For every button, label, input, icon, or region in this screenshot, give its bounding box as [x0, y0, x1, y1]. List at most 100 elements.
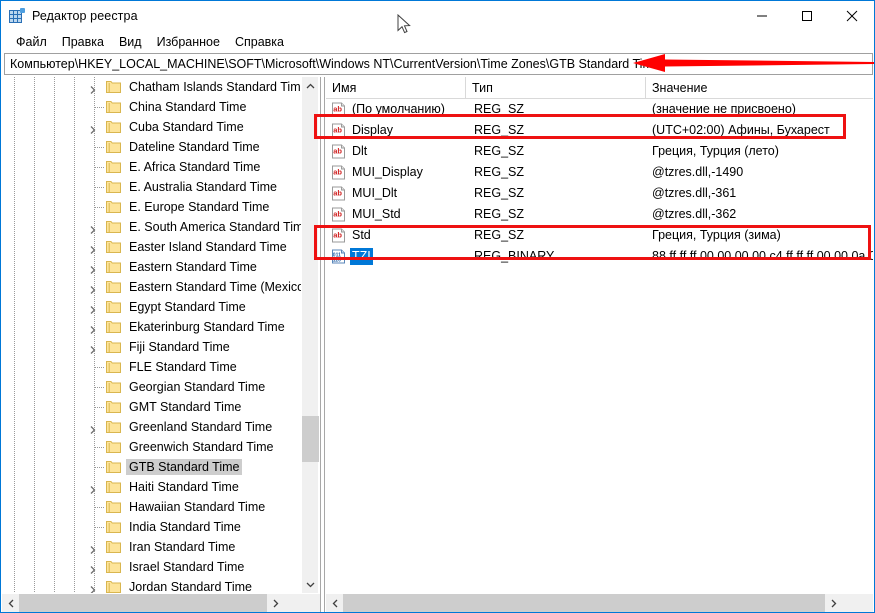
chevron-right-icon[interactable]: [88, 482, 98, 494]
scroll-right-arrow[interactable]: [825, 594, 842, 612]
menu-item-edit[interactable]: Правка: [55, 33, 112, 51]
column-header-name[interactable]: Имя: [326, 77, 466, 99]
tree-item-eastern-standard-time-mexico[interactable]: Eastern Standard Time (Mexico): [2, 277, 301, 297]
tree-item-haiti-standard-time[interactable]: Haiti Standard Time: [2, 477, 301, 497]
folder-icon: [106, 160, 121, 173]
tree-item-iran-standard-time[interactable]: Iran Standard Time: [2, 537, 301, 557]
column-header-type[interactable]: Тип: [466, 77, 646, 99]
tree-scroll-thumb[interactable]: [302, 416, 319, 462]
tree-item-ekaterinburg-standard-time[interactable]: Ekaterinburg Standard Time: [2, 317, 301, 337]
string-value-icon: ab: [331, 207, 346, 222]
menu-item-help[interactable]: Справка: [228, 33, 292, 51]
tree-item-label: Eastern Standard Time (Mexico): [129, 280, 301, 294]
tree-item-eastern-standard-time[interactable]: Eastern Standard Time: [2, 257, 301, 277]
folder-icon: [106, 140, 121, 153]
chevron-right-icon[interactable]: [88, 122, 98, 134]
tree-hscroll-thumb[interactable]: [19, 594, 267, 612]
address-bar[interactable]: Компьютер\HKEY_LOCAL_MACHINE\SOFT\Micros…: [4, 53, 873, 75]
folder-icon: [106, 280, 121, 293]
scroll-left-arrow[interactable]: [2, 594, 19, 612]
scroll-left-arrow[interactable]: [326, 594, 343, 612]
tree-item-label: Iran Standard Time: [129, 540, 236, 554]
tree-item-georgian-standard-time[interactable]: Georgian Standard Time: [2, 377, 301, 397]
values-hscroll-thumb[interactable]: [343, 594, 825, 612]
chevron-right-icon[interactable]: [88, 262, 98, 274]
tree-item-label: Israel Standard Time: [129, 560, 245, 574]
tree-connector-line: [95, 367, 104, 368]
tree-item-egypt-standard-time[interactable]: Egypt Standard Time: [2, 297, 301, 317]
tree-item-hawaiian-standard-time[interactable]: Hawaiian Standard Time: [2, 497, 301, 517]
tree-item-label: Haiti Standard Time: [129, 480, 239, 494]
tree-item-easter-island-standard-time[interactable]: Easter Island Standard Time: [2, 237, 301, 257]
tree-item-label: Georgian Standard Time: [129, 380, 266, 394]
minimize-button[interactable]: [739, 1, 784, 31]
tree-item-jordan-standard-time[interactable]: Jordan Standard Time: [2, 577, 301, 593]
tree-item-cuba-standard-time[interactable]: Cuba Standard Time: [2, 117, 301, 137]
registry-value-row[interactable]: ab MUI_Std REG_SZ @tzres.dll,-362: [326, 204, 873, 225]
chevron-right-icon[interactable]: [88, 342, 98, 354]
values-column-header: Имя Тип Значение: [326, 77, 873, 99]
menu-bar: Файл Правка Вид Избранное Справка: [1, 31, 874, 52]
values-horizontal-scrollbar[interactable]: [326, 594, 873, 612]
registry-value-row[interactable]: ab Dlt REG_SZ Греция, Турция (лето): [326, 141, 873, 162]
tree-item-greenwich-standard-time[interactable]: Greenwich Standard Time: [2, 437, 301, 457]
value-name: MUI_Display: [352, 165, 423, 179]
chevron-right-icon[interactable]: [88, 562, 98, 574]
registry-value-row[interactable]: ab MUI_Dlt REG_SZ @tzres.dll,-361: [326, 183, 873, 204]
value-name: Std: [352, 228, 371, 242]
folder-icon: [106, 380, 121, 393]
tree-item-china-standard-time[interactable]: China Standard Time: [2, 97, 301, 117]
tree-connector-line: [95, 507, 104, 508]
menu-item-view[interactable]: Вид: [112, 33, 150, 51]
chevron-right-icon[interactable]: [88, 82, 98, 94]
value-data: @tzres.dll,-1490: [652, 165, 744, 179]
registry-value-row[interactable]: 011 110 TZI REG_BINARY 88 ff ff ff 00 00 00 …: [326, 246, 873, 267]
tree-connector-line: [95, 387, 104, 388]
registry-value-row[interactable]: ab Display REG_SZ (UTC+02:00) Афины, Бухаре…: [326, 120, 873, 141]
registry-value-row[interactable]: ab (По умолчанию) REG_SZ (значение не присв…: [326, 99, 873, 120]
tree-item-e-australia-standard-time[interactable]: E. Australia Standard Time: [2, 177, 301, 197]
maximize-button[interactable]: [784, 1, 829, 31]
folder-icon: [106, 120, 121, 133]
menu-item-file[interactable]: Файл: [9, 33, 55, 51]
tree-item-e-europe-standard-time[interactable]: E. Europe Standard Time: [2, 197, 301, 217]
tree-item-israel-standard-time[interactable]: Israel Standard Time: [2, 557, 301, 577]
svg-text:ab: ab: [333, 231, 342, 240]
chevron-right-icon[interactable]: [88, 582, 98, 593]
value-data: 88 ff ff ff 00 00 00 00 c4 ff ff ff 00 0…: [652, 249, 873, 263]
value-data: (значение не присвоено): [652, 102, 796, 116]
value-name: Display: [352, 123, 393, 137]
tree-item-gmt-standard-time[interactable]: GMT Standard Time: [2, 397, 301, 417]
pane-splitter[interactable]: [320, 77, 325, 612]
column-header-value[interactable]: Значение: [646, 77, 873, 99]
registry-value-row[interactable]: ab Std REG_SZ Греция, Турция (зима): [326, 225, 873, 246]
chevron-right-icon[interactable]: [88, 322, 98, 334]
tree-connector-line: [95, 107, 104, 108]
tree-item-label: E. Europe Standard Time: [129, 200, 270, 214]
tree-item-dateline-standard-time[interactable]: Dateline Standard Time: [2, 137, 301, 157]
tree-connector-line: [95, 467, 104, 468]
tree-item-fle-standard-time[interactable]: FLE Standard Time: [2, 357, 301, 377]
scroll-up-arrow[interactable]: [302, 77, 319, 94]
chevron-right-icon[interactable]: [88, 222, 98, 234]
tree-item-gtb-standard-time[interactable]: GTB Standard Time: [2, 457, 301, 477]
tree-item-india-standard-time[interactable]: India Standard Time: [2, 517, 301, 537]
scroll-right-arrow[interactable]: [267, 594, 284, 612]
menu-item-favorites[interactable]: Избранное: [150, 33, 228, 51]
chevron-right-icon[interactable]: [88, 282, 98, 294]
tree-item-e-africa-standard-time[interactable]: E. Africa Standard Time: [2, 157, 301, 177]
chevron-right-icon[interactable]: [88, 422, 98, 434]
tree-item-greenland-standard-time[interactable]: Greenland Standard Time: [2, 417, 301, 437]
close-button[interactable]: [829, 1, 874, 31]
scroll-down-arrow[interactable]: [302, 576, 319, 593]
tree-horizontal-scrollbar[interactable]: [2, 594, 320, 612]
registry-value-row[interactable]: ab MUI_Display REG_SZ @tzres.dll,-1490: [326, 162, 873, 183]
tree-connector-line: [95, 147, 104, 148]
tree-item-chatham-islands-standard-time[interactable]: Chatham Islands Standard Time: [2, 77, 301, 97]
chevron-right-icon[interactable]: [88, 542, 98, 554]
chevron-right-icon[interactable]: [88, 302, 98, 314]
tree-item-e-south-america-standard-time[interactable]: E. South America Standard Time: [2, 217, 301, 237]
chevron-right-icon[interactable]: [88, 242, 98, 254]
tree-item-fiji-standard-time[interactable]: Fiji Standard Time: [2, 337, 301, 357]
tree-vertical-scrollbar[interactable]: [301, 77, 319, 593]
